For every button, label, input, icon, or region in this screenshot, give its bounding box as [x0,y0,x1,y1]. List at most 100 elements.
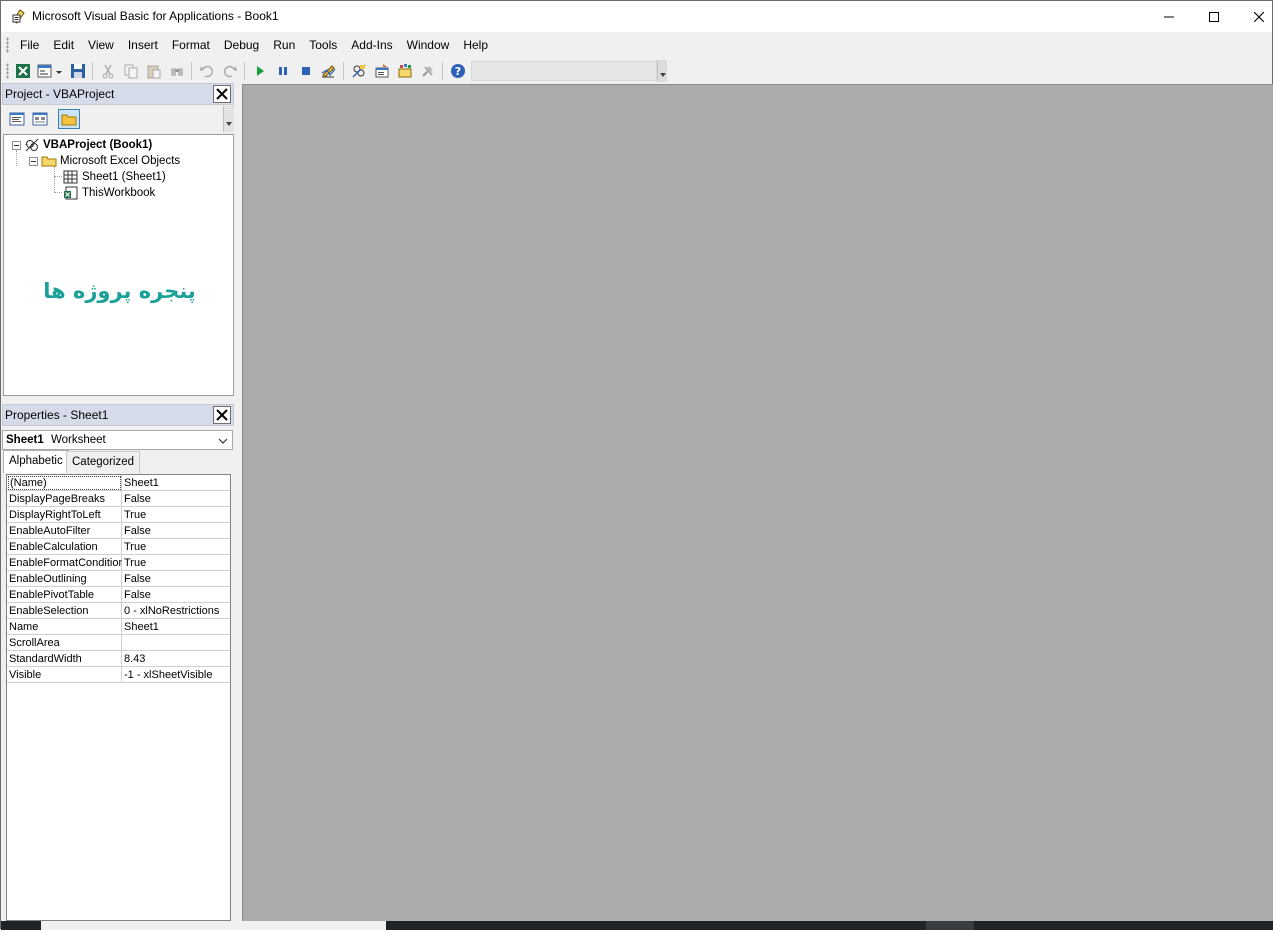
menu-file[interactable]: File [13,32,46,58]
window-title: Microsoft Visual Basic for Applications … [32,9,279,23]
property-value[interactable]: False [124,573,151,585]
svg-text:?: ? [454,65,460,78]
project-panel-close-button[interactable] [213,85,231,103]
view-object-icon [32,112,48,126]
title-bar: Microsoft Visual Basic for Applications … [1,1,1272,32]
menu-window[interactable]: Window [400,32,457,58]
property-row[interactable]: EnableOutlining False [7,571,230,587]
vbaproject-icon [24,138,40,152]
view-code-button[interactable] [6,109,28,129]
property-value[interactable]: False [124,493,151,505]
property-name: DisplayPageBreaks [9,493,105,505]
menu-bar: File Edit View Insert Format Debug Run T… [1,32,1272,58]
run-icon[interactable] [248,60,271,82]
toolbar-grip[interactable] [6,63,9,79]
tree-item-excel-objects[interactable]: Microsoft Excel Objects [29,153,180,169]
property-row[interactable]: DisplayPageBreaks False [7,491,230,507]
object-browser-icon[interactable] [393,60,416,82]
menu-grip[interactable] [6,37,9,53]
property-row[interactable]: EnableCalculation True [7,539,230,555]
property-name: Name [9,621,39,633]
save-icon[interactable] [66,60,89,82]
object-name: Sheet1 [6,434,44,446]
vba-app-icon[interactable] [11,8,27,24]
tree-label-thisworkbook: ThisWorkbook [82,187,156,199]
panel-splitter[interactable] [235,84,242,922]
close-icon [216,88,228,100]
property-value[interactable]: True [124,509,146,521]
insert-userform-icon[interactable] [34,60,66,82]
reset-icon[interactable] [294,60,317,82]
menu-insert[interactable]: Insert [121,32,165,58]
menu-debug[interactable]: Debug [217,32,266,58]
project-panel-header: Project - VBAProject [2,83,234,105]
property-value[interactable]: Sheet1 [124,621,159,633]
property-value[interactable]: 8.43 [124,653,145,665]
redo-icon [218,60,241,82]
tree-label-excel-objects: Microsoft Excel Objects [60,155,181,167]
menu-tools[interactable]: Tools [302,32,344,58]
menu-view[interactable]: View [81,32,121,58]
properties-window-icon[interactable] [370,60,393,82]
property-row[interactable]: (Name) Sheet1 [7,475,230,491]
design-mode-icon[interactable] [317,60,340,82]
break-icon[interactable] [271,60,294,82]
property-name: Visible [9,669,42,681]
property-row[interactable]: ScrollArea [7,635,230,651]
folder-icon [41,154,57,168]
menu-format[interactable]: Format [165,32,217,58]
project-panel-title: Project - VBAProject [5,87,115,101]
excel-view-icon[interactable] [11,60,34,82]
collapse-icon[interactable] [12,140,21,150]
menu-add-ins[interactable]: Add-Ins [344,32,399,58]
property-value[interactable]: 0 - xlNoRestrictions [124,605,219,617]
properties-panel-close-button[interactable] [213,406,231,424]
toggle-folders-button[interactable] [58,109,80,129]
standard-toolbar: ? [1,58,669,84]
project-explorer-icon[interactable] [347,60,370,82]
project-toolbar-options[interactable] [223,106,234,132]
project-window-annotation: پنجره پروژه ها [43,279,196,303]
view-object-button[interactable] [29,109,51,129]
maximize-icon [1209,11,1219,22]
property-row[interactable]: EnableAutoFilter False [7,523,230,539]
chevron-down-icon[interactable] [218,436,228,448]
maximize-button[interactable] [1191,1,1237,32]
menu-help[interactable]: Help [456,32,495,58]
property-row[interactable]: EnablePivotTable False [7,587,230,603]
property-row[interactable]: EnableFormatConditionsCalculation True [7,555,230,571]
minimize-icon [1164,16,1174,17]
menu-edit[interactable]: Edit [46,32,81,58]
menu-run[interactable]: Run [266,32,302,58]
property-row[interactable]: EnableSelection 0 - xlNoRestrictions [7,603,230,619]
tab-alphabetic[interactable]: Alphabetic [3,450,69,473]
folder-icon [61,114,77,126]
property-value[interactable]: False [124,525,151,537]
property-value[interactable]: True [124,541,146,553]
tab-categorized[interactable]: Categorized [66,451,141,473]
code-workspace[interactable] [242,84,1273,922]
properties-panel-header: Properties - Sheet1 [2,404,234,426]
tree-item-thisworkbook[interactable]: ThisWorkbook [63,185,155,201]
property-value[interactable]: False [124,589,151,601]
minimize-button[interactable] [1146,1,1192,32]
property-value[interactable]: -1 - xlSheetVisible [124,669,212,681]
help-icon[interactable]: ? [446,60,469,82]
property-row[interactable]: DisplayRightToLeft True [7,507,230,523]
property-value[interactable]: True [124,557,146,569]
worksheet-icon [63,170,79,184]
project-tree: VBAProject (Book1) Microsoft Excel Objec… [3,134,234,396]
toolbar-options-button[interactable] [657,60,667,82]
toolbox-icon[interactable] [416,60,439,82]
copy-icon [119,60,142,82]
tree-item-vbaproject[interactable]: VBAProject (Book1) [12,137,152,153]
tree-item-sheet1[interactable]: Sheet1 (Sheet1) [63,169,166,185]
close-button[interactable] [1236,1,1273,32]
collapse-icon[interactable] [29,156,38,166]
property-row[interactable]: Name Sheet1 [7,619,230,635]
object-selector-dropdown[interactable]: Sheet1 Worksheet [2,430,233,450]
property-row[interactable]: Visible -1 - xlSheetVisible [7,667,230,683]
property-value[interactable]: Sheet1 [124,477,159,489]
property-row[interactable]: StandardWidth 8.43 [7,651,230,667]
cut-icon [96,60,119,82]
